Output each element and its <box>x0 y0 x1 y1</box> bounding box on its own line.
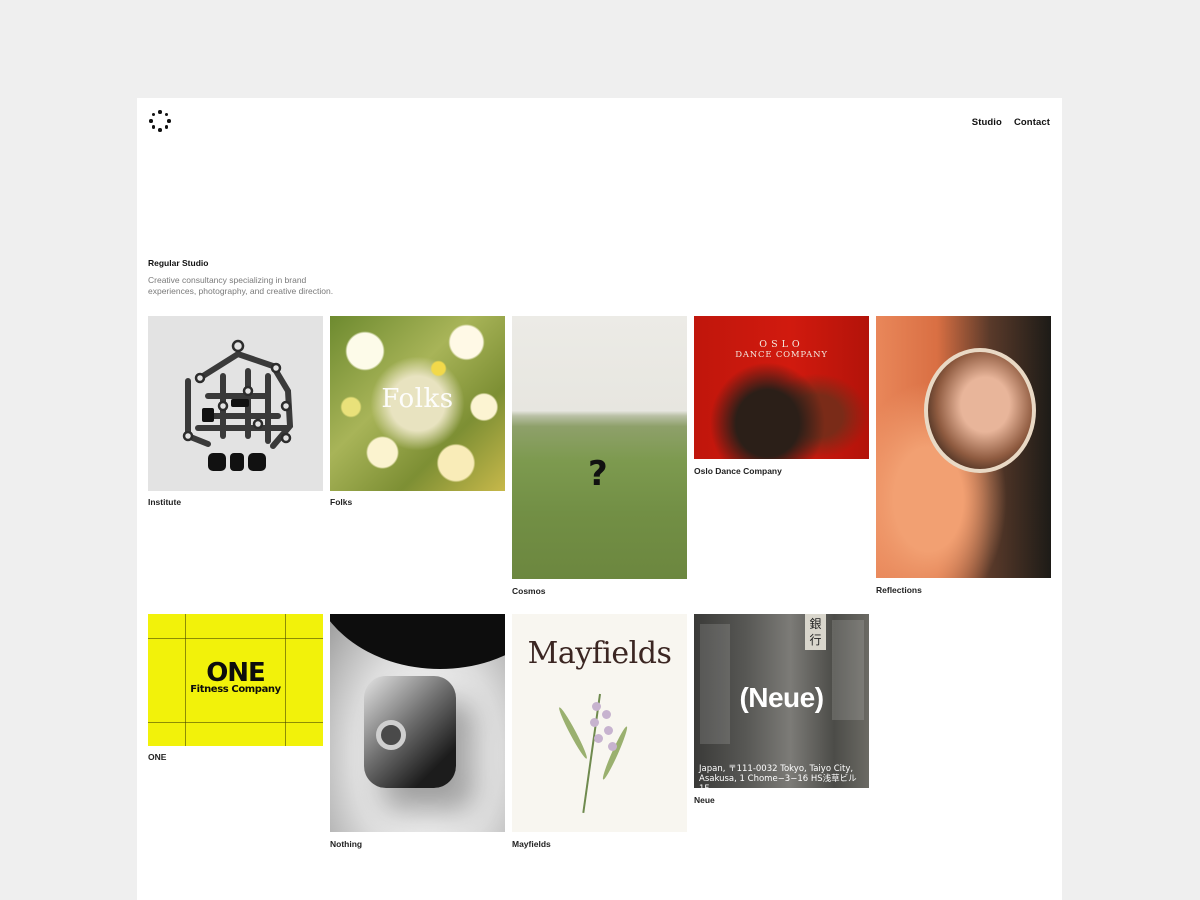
project-title-neue[interactable]: Neue <box>694 795 715 805</box>
neue-address: Japan, 〒111-0032 Tokyo, Taiyo City, Asak… <box>699 764 869 788</box>
question-mark-icon: ? <box>588 454 608 494</box>
project-title-oslo-dance-company[interactable]: Oslo Dance Company <box>694 466 782 476</box>
project-image-cosmos[interactable]: ? <box>512 316 687 579</box>
oslo-wordmark: OSLO <box>759 339 804 350</box>
device-ring <box>376 720 406 750</box>
one-wordmark: ONE <box>206 658 266 688</box>
project-title-mayfields[interactable]: Mayfields <box>512 839 551 849</box>
site-page: Studio Contact Regular Studio Creative c… <box>137 98 1062 900</box>
project-title-one[interactable]: ONE <box>148 752 166 762</box>
flower-icon <box>590 718 599 727</box>
oslo-subtitle: DANCE COMPANY <box>735 350 828 360</box>
studio-description: Creative consultancy specializing in bra… <box>148 275 334 296</box>
nav-link-studio[interactable]: Studio <box>972 117 1002 128</box>
folks-wordmark: Folks <box>381 384 454 414</box>
project-title-cosmos[interactable]: Cosmos <box>512 586 546 596</box>
mayfields-wordmark: Mayfields <box>527 636 672 671</box>
project-image-nothing[interactable] <box>330 614 505 832</box>
device-icon <box>364 676 456 788</box>
studio-name: Regular Studio <box>148 258 209 268</box>
project-image-one[interactable]: ONE Fitness Company <box>148 614 323 746</box>
black-arc <box>330 614 505 669</box>
project-title-institute[interactable]: Institute <box>148 497 181 507</box>
neue-wordmark: (Neue) <box>739 682 824 713</box>
neue-address-line1: Japan, 〒111-0032 Tokyo, Taiyo City, <box>699 764 854 774</box>
flower-icon <box>592 702 601 711</box>
project-image-neue[interactable]: 銀行 (Neue) Japan, 〒111-0032 Tokyo, Taiyo … <box>694 614 869 788</box>
flower-icon <box>594 734 603 743</box>
circuit-logo-icon <box>182 339 294 471</box>
hand-mirror-icon <box>924 348 1036 473</box>
flower-icon <box>608 742 617 751</box>
project-image-oslo-dance-company[interactable]: OSLO DANCE COMPANY <box>694 316 869 459</box>
nav-link-contact[interactable]: Contact <box>1014 117 1050 128</box>
project-image-mayfields[interactable]: Mayfields <box>512 614 687 832</box>
studio-intro: Regular Studio Creative consultancy spec… <box>148 258 338 296</box>
project-title-nothing[interactable]: Nothing <box>330 839 362 849</box>
project-title-reflections[interactable]: Reflections <box>876 585 922 595</box>
flower-icon <box>602 710 611 719</box>
one-subtitle: Fitness Company <box>190 684 281 695</box>
project-image-folks[interactable]: Folks <box>330 316 505 491</box>
leaf-icon <box>556 705 590 761</box>
project-title-folks[interactable]: Folks <box>330 497 352 507</box>
studio-logo-icon[interactable] <box>148 110 172 134</box>
neue-address-line2: Asakusa, 1 Chome−3−16 HS浅草ビル 1F <box>699 774 857 788</box>
flower-icon <box>604 726 613 735</box>
project-image-institute[interactable] <box>148 316 323 491</box>
main-nav: Studio Contact <box>972 117 1050 128</box>
project-image-reflections[interactable] <box>876 316 1051 578</box>
kanji-sign: 銀行 <box>805 614 826 650</box>
